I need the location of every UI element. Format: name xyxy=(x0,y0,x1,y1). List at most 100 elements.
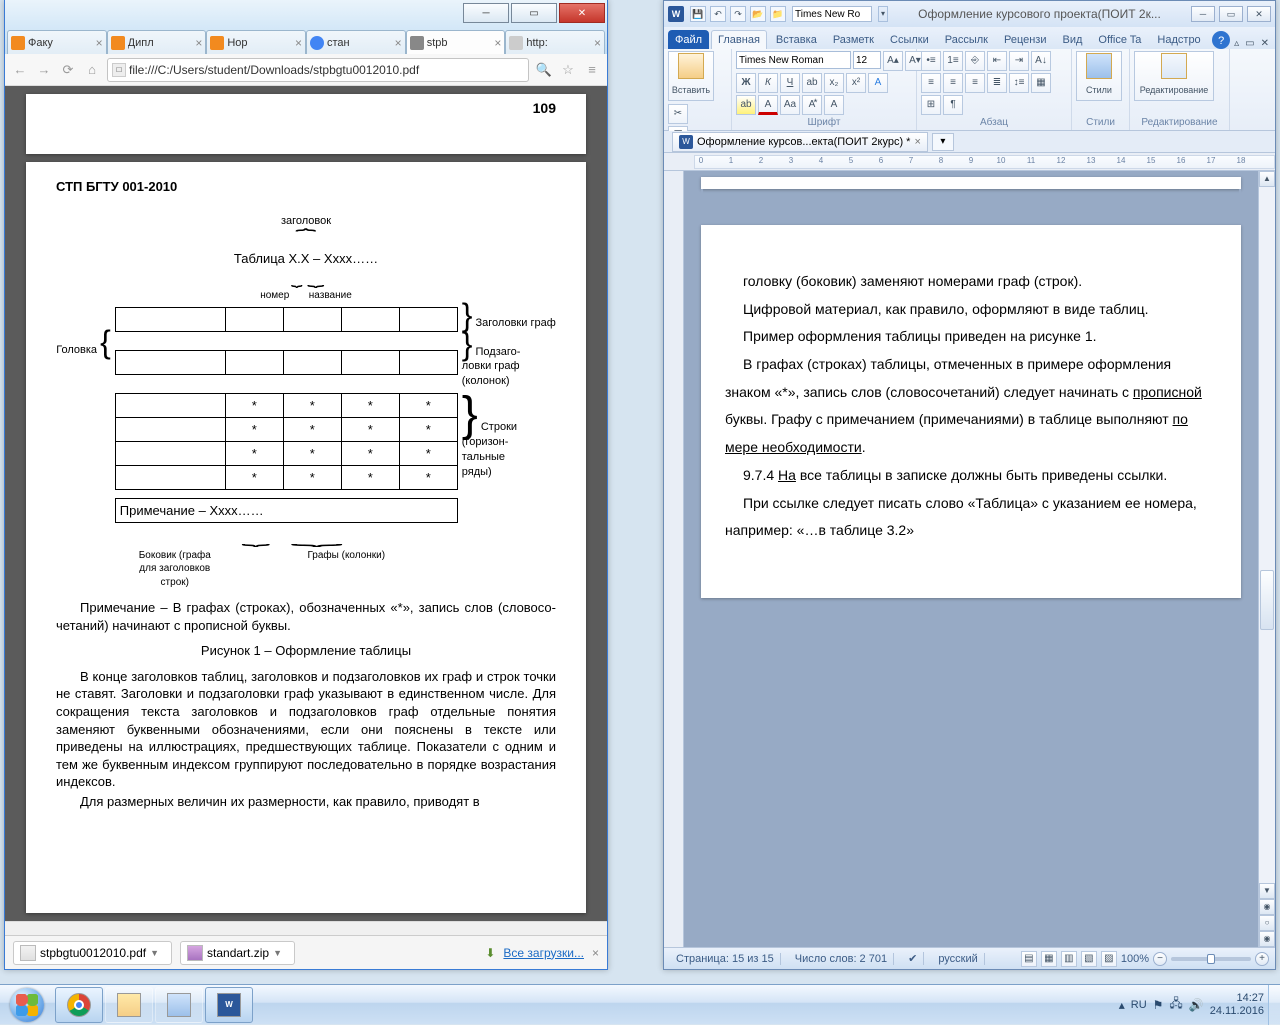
vertical-scrollbar[interactable]: ▲ ▼ ◉ ○ ◉ xyxy=(1258,171,1275,947)
qat-font-name[interactable] xyxy=(792,6,872,22)
styles-button[interactable]: Стили xyxy=(1076,51,1122,101)
multilevel-icon[interactable]: ⎆ xyxy=(965,51,985,71)
scroll-up-icon[interactable]: ▲ xyxy=(1259,171,1275,187)
superscript-icon[interactable]: x² xyxy=(846,73,866,93)
tab-4-active[interactable]: stpb× xyxy=(406,30,506,54)
bold-icon[interactable]: Ж xyxy=(736,73,756,93)
italic-icon[interactable]: К xyxy=(758,73,778,93)
view-outline-icon[interactable]: ▧ xyxy=(1081,951,1097,967)
horizontal-ruler[interactable]: /* ticks drawn below structurally */ 012… xyxy=(664,153,1275,171)
zoom-icon[interactable]: 🔍 xyxy=(535,62,553,78)
prev-page-icon[interactable]: ◉ xyxy=(1259,899,1275,915)
tab-close-icon[interactable]: × xyxy=(494,36,501,50)
qat-dropdown-icon[interactable]: ▾ xyxy=(878,6,888,22)
horizontal-scrollbar[interactable] xyxy=(5,921,607,935)
grow-font-icon[interactable]: A▴ xyxy=(883,51,903,71)
status-proofing-icon[interactable]: ✔ xyxy=(902,952,924,965)
action-center-icon[interactable]: ⚑ xyxy=(1153,998,1164,1012)
back-icon[interactable]: ← xyxy=(11,62,29,77)
tab-officetab[interactable]: Office Ta xyxy=(1091,30,1148,49)
tab-close-icon[interactable]: × xyxy=(195,36,202,50)
tab-references[interactable]: Ссылки xyxy=(883,30,936,49)
scroll-thumb[interactable] xyxy=(1260,570,1274,630)
shading-icon[interactable]: ▦ xyxy=(1031,73,1051,93)
folder-icon[interactable]: 📁 xyxy=(770,6,786,22)
vertical-ruler[interactable] xyxy=(664,171,684,947)
editing-button[interactable]: Редактирование xyxy=(1134,51,1214,101)
maximize-button[interactable]: ▭ xyxy=(511,3,557,23)
download-item[interactable]: stpbgtu0012010.pdf▼ xyxy=(13,941,172,965)
underline-icon[interactable]: Ч xyxy=(780,73,800,93)
tab-close-icon[interactable]: × xyxy=(295,36,302,50)
tab-close-icon[interactable]: × xyxy=(395,36,402,50)
save-icon[interactable]: 💾 xyxy=(690,6,706,22)
close-button[interactable]: ✕ xyxy=(559,3,605,23)
paste-button[interactable]: Вставить xyxy=(668,51,714,101)
close-icon[interactable]: × xyxy=(914,136,920,148)
redo-icon[interactable]: ↷ xyxy=(730,6,746,22)
tab-home[interactable]: Главная xyxy=(711,30,767,49)
char-border-icon[interactable]: A xyxy=(824,95,844,115)
strike-icon[interactable]: ab xyxy=(802,73,822,93)
borders-icon[interactable]: ⊞ xyxy=(921,95,941,115)
start-button[interactable] xyxy=(0,985,54,1025)
close-button[interactable]: ✕ xyxy=(1247,6,1271,22)
clear-format-icon[interactable]: A⃰ xyxy=(802,95,822,115)
view-draft-icon[interactable]: ▨ xyxy=(1101,951,1117,967)
change-case-icon[interactable]: Aa xyxy=(780,95,800,115)
status-language[interactable]: русский xyxy=(932,953,984,965)
show-marks-icon[interactable]: ¶ xyxy=(943,95,963,115)
tab-insert[interactable]: Вставка xyxy=(769,30,824,49)
download-item[interactable]: standart.zip▼ xyxy=(180,941,295,965)
align-center-icon[interactable]: ≡ xyxy=(943,73,963,93)
zoom-in-icon[interactable]: + xyxy=(1255,952,1269,966)
next-page-icon[interactable]: ◉ xyxy=(1259,931,1275,947)
tab-review[interactable]: Рецензи xyxy=(997,30,1054,49)
zoom-out-icon[interactable]: − xyxy=(1153,952,1167,966)
tab-2[interactable]: Нор× xyxy=(206,30,306,54)
help-icon[interactable]: ? xyxy=(1212,31,1230,49)
pdf-viewport[interactable]: 109 СТП БГТУ 001-2010 заголовок ⏞ Таблиц… xyxy=(5,86,607,921)
menu-icon[interactable]: ≡ xyxy=(583,62,601,77)
font-name-input[interactable] xyxy=(736,51,851,69)
line-spacing-icon[interactable]: ↕≡ xyxy=(1009,73,1029,93)
highlight-icon[interactable]: ab xyxy=(736,95,756,115)
tab-3[interactable]: стан× xyxy=(306,30,406,54)
view-print-icon[interactable]: ▤ xyxy=(1021,951,1037,967)
status-words[interactable]: Число слов: 2 701 xyxy=(789,953,894,965)
status-page[interactable]: Страница: 15 из 15 xyxy=(670,953,781,965)
align-left-icon[interactable]: ≡ xyxy=(921,73,941,93)
align-justify-icon[interactable]: ≣ xyxy=(987,73,1007,93)
indent-dec-icon[interactable]: ⇤ xyxy=(987,51,1007,71)
bullets-icon[interactable]: •≡ xyxy=(921,51,941,71)
zoom-slider[interactable] xyxy=(1171,957,1251,961)
numbering-icon[interactable]: 1≡ xyxy=(943,51,963,71)
taskbar-word[interactable]: W xyxy=(205,987,253,1023)
tab-5[interactable]: http:× xyxy=(505,30,605,54)
tab-0[interactable]: Факу× xyxy=(7,30,107,54)
taskbar-libraries[interactable] xyxy=(155,987,203,1023)
tray-expand-icon[interactable]: ▴ xyxy=(1119,998,1125,1012)
cut-icon[interactable]: ✂ xyxy=(668,104,688,124)
all-downloads-link[interactable]: Все загрузки... xyxy=(503,946,584,960)
font-color-icon[interactable]: A xyxy=(758,95,778,115)
maximize-button[interactable]: ▭ xyxy=(1219,6,1243,22)
close-bar-icon[interactable]: × xyxy=(592,946,599,960)
home-icon[interactable]: ⌂ xyxy=(83,62,101,77)
indent-inc-icon[interactable]: ⇥ xyxy=(1009,51,1029,71)
subscript-icon[interactable]: x₂ xyxy=(824,73,844,93)
tab-layout[interactable]: Разметк xyxy=(826,30,881,49)
show-desktop-button[interactable] xyxy=(1268,985,1280,1025)
view-web-icon[interactable]: ▥ xyxy=(1061,951,1077,967)
language-indicator[interactable]: RU xyxy=(1131,999,1147,1011)
bookmark-icon[interactable]: ☆ xyxy=(559,62,577,78)
doc-min-icon[interactable]: ▭ xyxy=(1243,38,1256,49)
undo-icon[interactable]: ↶ xyxy=(710,6,726,22)
volume-icon[interactable]: 🔊 xyxy=(1189,998,1204,1012)
taskbar-explorer[interactable] xyxy=(105,987,153,1023)
address-bar[interactable]: □ file:///C:/Users/student/Downloads/stp… xyxy=(107,58,529,82)
minimize-button[interactable]: ─ xyxy=(463,3,509,23)
browse-object-icon[interactable]: ○ xyxy=(1259,915,1275,931)
view-read-icon[interactable]: ▦ xyxy=(1041,951,1057,967)
network-icon[interactable]: 🖧 xyxy=(1169,994,1182,1015)
